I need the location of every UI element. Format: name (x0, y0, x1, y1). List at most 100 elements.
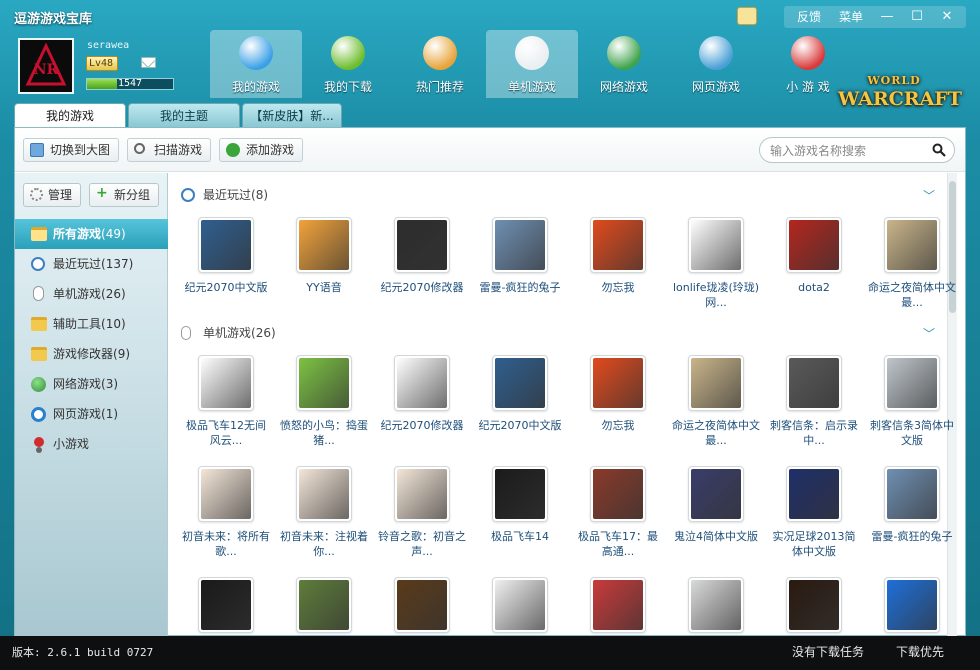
menu-button[interactable]: 菜单 (830, 6, 872, 28)
game-item[interactable]: 命运之夜简体中文最... (863, 217, 957, 320)
game-item[interactable]: 极品飞车14 (471, 466, 569, 569)
game-item[interactable]: 雷曼-疯狂的兔子 (863, 466, 957, 569)
add-label: 添加游戏 (246, 143, 295, 157)
avatar[interactable]: NR (18, 38, 74, 94)
new-group-button[interactable]: + 新分组 (89, 183, 160, 207)
game-item[interactable] (569, 577, 667, 636)
game-thumbnail (397, 580, 447, 630)
game-item[interactable]: 纪元2070中文版 (177, 217, 275, 320)
game-item[interactable] (667, 577, 765, 636)
game-icon (884, 577, 940, 633)
nav-item-2[interactable]: 热门推荐 (394, 30, 486, 98)
game-item[interactable] (177, 577, 275, 636)
game-item[interactable]: 刺客信条3简体中文版 (863, 355, 957, 458)
manage-button[interactable]: 管理 (23, 183, 82, 207)
game-item[interactable]: 极品飞车17：最高通... (569, 466, 667, 569)
sidebar-item-3[interactable]: 辅助工具(10) (15, 309, 168, 339)
game-item[interactable]: 勿忘我 (569, 217, 667, 320)
sidebar-item-0[interactable]: 所有游戏(49) (15, 219, 168, 249)
tab-new-skin[interactable]: 【新皮肤】新... (242, 103, 342, 127)
game-thumbnail (397, 358, 447, 408)
game-icon (884, 355, 940, 411)
close-icon[interactable]: ✕ (932, 6, 962, 28)
game-item[interactable] (471, 577, 569, 636)
game-item[interactable]: 鬼泣4简体中文版 (667, 466, 765, 569)
maximize-icon[interactable]: ☐ (902, 6, 932, 28)
section-header-0[interactable]: 最近玩过(8) (181, 185, 268, 205)
sidebar-item-count: (9) (113, 347, 131, 361)
nav-item-3[interactable]: 单机游戏 (486, 30, 578, 98)
game-icon (884, 466, 940, 522)
switch-big-icons-button[interactable]: 切换到大图 (23, 138, 120, 162)
nav-item-1[interactable]: 我的下载 (302, 30, 394, 98)
game-name: dota2 (798, 281, 830, 294)
game-icon (786, 577, 842, 633)
game-name: 命运之夜简体中文最... (672, 419, 760, 447)
game-name: 雷曼-疯狂的兔子 (479, 281, 561, 294)
feedback-button[interactable]: 反馈 (788, 6, 830, 28)
sidebar-item-5[interactable]: 网络游戏(3) (15, 369, 168, 399)
game-item[interactable]: 勿忘我 (569, 355, 667, 458)
sidebar-item-7[interactable]: 小游戏 (15, 429, 168, 459)
game-item[interactable]: dota2 (765, 217, 863, 320)
download-tasks-link[interactable]: 没有下载任务 (792, 643, 864, 660)
game-item[interactable]: 命运之夜简体中文最... (667, 355, 765, 458)
game-thumbnail (593, 358, 643, 408)
sidebar-item-2[interactable]: 单机游戏(26) (15, 279, 168, 309)
game-item[interactable]: 雷曼-疯狂的兔子 (471, 217, 569, 320)
game-thumbnail (789, 580, 839, 630)
game-item[interactable]: 纪元2070中文版 (471, 355, 569, 458)
game-item[interactable]: 实况足球2013简体中文版 (765, 466, 863, 569)
game-thumbnail (201, 220, 251, 270)
game-item[interactable]: 初音未来：将所有歌... (177, 466, 275, 569)
game-item[interactable]: 铃音之歌：初音之声... (373, 466, 471, 569)
game-item[interactable] (373, 577, 471, 636)
game-item[interactable]: YY语音 (275, 217, 373, 320)
game-item[interactable]: 纪元2070修改器 (373, 355, 471, 458)
game-item[interactable] (765, 577, 863, 636)
nav-item-0[interactable]: 我的游戏 (210, 30, 302, 98)
add-game-button[interactable]: 添加游戏 (219, 138, 304, 162)
sidebar-item-6[interactable]: 网页游戏(1) (15, 399, 168, 429)
game-item[interactable]: 极品飞车12无间风云... (177, 355, 275, 458)
chevron-down-icon[interactable]: ﹀ (923, 187, 935, 203)
game-thumbnail (789, 220, 839, 270)
game-item[interactable]: 刺客信条：启示录中... (765, 355, 863, 458)
game-name: 刺客信条：启示录中... (770, 419, 858, 447)
game-item[interactable]: 纪元2070修改器 (373, 217, 471, 320)
game-item[interactable]: lonlife珑凌(玲珑)网... (667, 217, 765, 320)
download-priority-link[interactable]: 下载优先 (896, 643, 944, 660)
section-header-1[interactable]: 单机游戏(26) (181, 323, 276, 343)
window-controls: 反馈 菜单 — ☐ ✕ (783, 6, 966, 28)
game-thumbnail (887, 580, 937, 630)
manage-label: 管理 (48, 188, 73, 202)
minimize-icon[interactable]: — (872, 6, 902, 28)
game-name: 勿忘我 (601, 419, 635, 432)
skin-shirt-icon[interactable] (737, 7, 757, 25)
game-name: 纪元2070修改器 (380, 419, 464, 432)
sidebar-item-4[interactable]: 游戏修改器(9) (15, 339, 168, 369)
nav-item-5[interactable]: 网页游戏 (670, 30, 762, 98)
search-icon[interactable] (932, 143, 946, 157)
game-item[interactable]: 初音未来：注视着你... (275, 466, 373, 569)
tab-my-games[interactable]: 我的游戏 (14, 103, 126, 127)
game-item[interactable]: 愤怒的小鸟：捣蛋猪... (275, 355, 373, 458)
game-item[interactable] (863, 577, 957, 636)
game-icon (786, 355, 842, 411)
scan-games-button[interactable]: 扫描游戏 (127, 138, 212, 162)
nav-item-4[interactable]: 网络游戏 (578, 30, 670, 98)
folder-icon (31, 317, 47, 331)
mail-icon[interactable] (141, 57, 156, 68)
search-input[interactable] (770, 142, 930, 159)
sidebar-list: 所有游戏(49) 最近玩过(137) 单机游戏(26) 辅助工具(10) 游戏修改器(9… (15, 219, 168, 459)
picture-icon (30, 143, 44, 157)
game-name: 雷曼-疯狂的兔子 (871, 530, 953, 543)
sidebar-item-1[interactable]: 最近玩过(137) (15, 249, 168, 279)
exp-value: 1547 (117, 78, 143, 89)
game-thumbnail (593, 580, 643, 630)
game-item[interactable] (275, 577, 373, 636)
game-name: 愤怒的小鸟：捣蛋猪... (280, 419, 368, 447)
tab-my-themes[interactable]: 我的主题 (128, 103, 240, 127)
section-count: (8) (251, 188, 269, 202)
chevron-down-icon[interactable]: ﹀ (923, 325, 935, 341)
